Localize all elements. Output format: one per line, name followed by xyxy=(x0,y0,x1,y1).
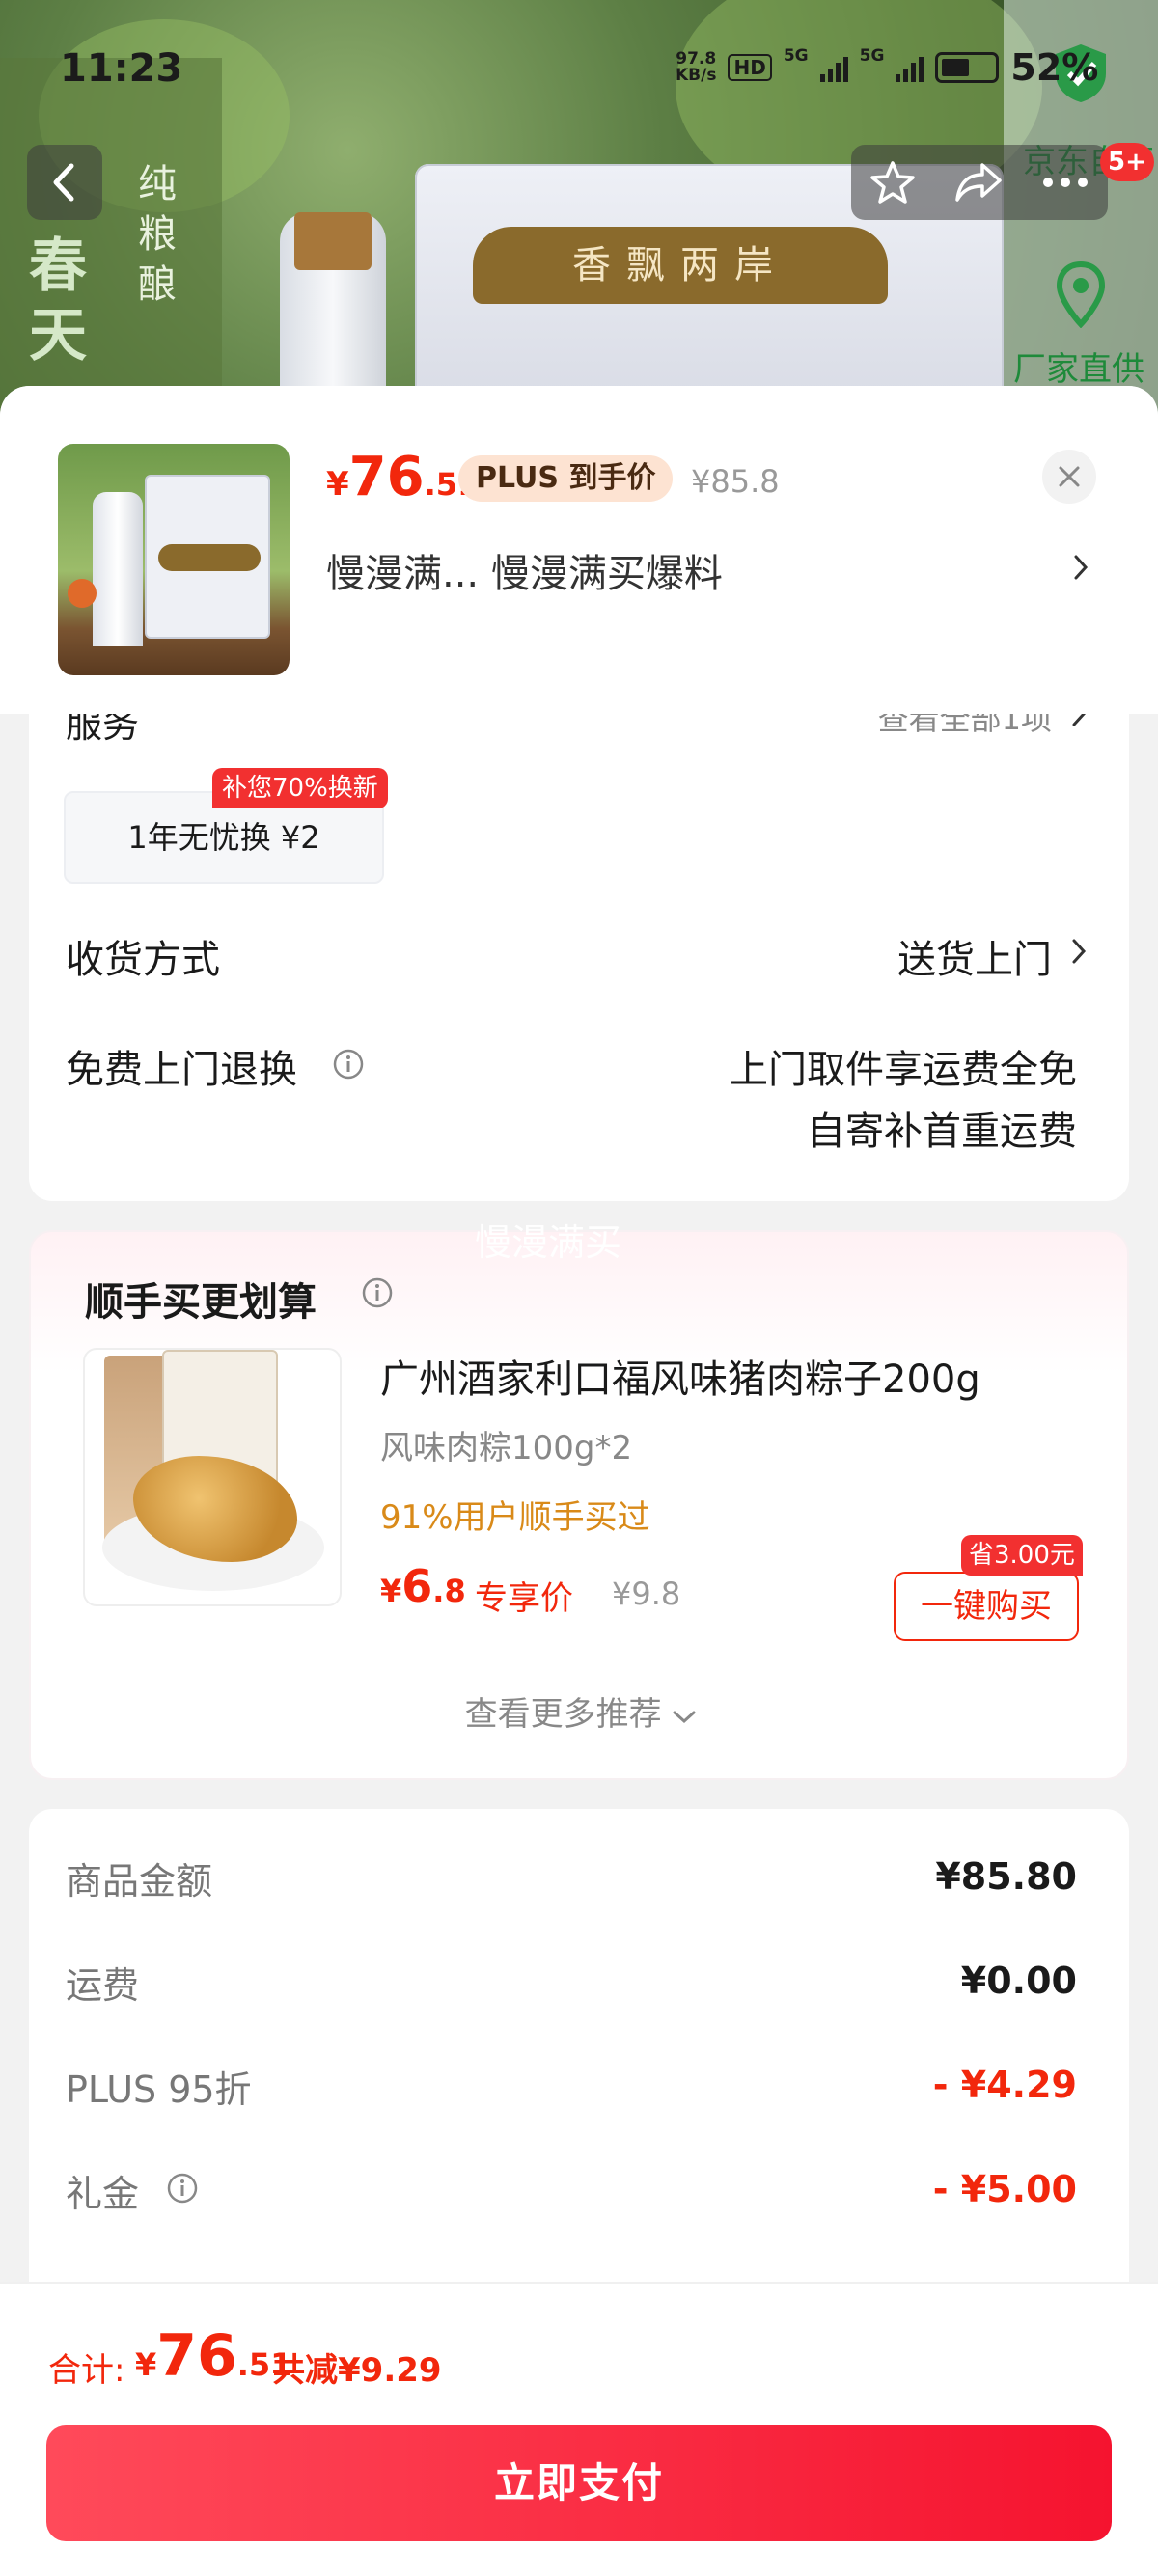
selected-spec[interactable]: 慢漫满... 慢漫满买爆料 xyxy=(326,542,723,598)
battery-icon xyxy=(935,52,1000,83)
signal-5g-label-2: 5G xyxy=(859,46,885,66)
close-button[interactable] xyxy=(1042,450,1096,504)
thumb-box-label xyxy=(158,544,261,571)
pb-label-shipping: 运费 xyxy=(66,1964,140,2007)
recommended-original-price: ¥9.8 xyxy=(612,1576,681,1612)
bg-box-ribbon: 香飘两岸 xyxy=(473,227,888,304)
info-icon[interactable] xyxy=(361,1276,394,1309)
signal-icon xyxy=(819,53,848,82)
recommendation-card: 慢漫满买 顺手买更划算 广州酒家利口福风味猪肉粽子200g 风味肉粽100g*2… xyxy=(29,1221,1131,1780)
pb-label-plus-discount: PLUS 95折 xyxy=(66,2069,252,2111)
see-more-label: 查看更多推荐 xyxy=(464,1695,662,1734)
rec-price-decimal: .8 xyxy=(432,1573,466,1609)
bg-bottle-cap xyxy=(294,212,372,270)
network-speed-unit: KB/s xyxy=(676,66,717,85)
share-icon[interactable] xyxy=(953,159,1004,206)
signal-icon-2 xyxy=(896,53,924,82)
service-delivery-card: 服务 查看全部1项 1年无忧换 ¥2 补您70%换新 收货方式 送货上门 免费上… xyxy=(29,675,1129,1201)
checkout-sheet: ¥76.51 PLUS 到手价 ¥85.8 慢漫满... 慢漫满买爆料 服务 查… xyxy=(0,386,1158,2576)
bg-package-text: 春天 xyxy=(29,233,87,370)
thumb-flower xyxy=(68,579,96,608)
plus-price-tag: PLUS 到手价 xyxy=(458,455,674,502)
recommended-product-spec: 风味肉粽100g*2 xyxy=(380,1429,633,1467)
total-saved: 共减¥9.29 xyxy=(272,2351,442,2390)
info-icon[interactable] xyxy=(332,1048,365,1081)
pb-value-gift-money: - ¥5.00 xyxy=(932,2168,1077,2210)
watermark-text: 慢漫满买 xyxy=(475,1221,622,1264)
chevron-down-icon xyxy=(673,1711,696,1724)
total-currency: ¥ xyxy=(135,2346,157,2383)
status-time: 11:23 xyxy=(60,46,183,91)
product-thumbnail[interactable] xyxy=(58,444,290,675)
delivery-label: 收货方式 xyxy=(66,938,220,982)
chevron-right-icon[interactable] xyxy=(1071,938,1087,965)
signal-5g-label: 5G xyxy=(783,46,809,66)
price-current: ¥76.51 xyxy=(326,446,479,508)
hd-icon: HD xyxy=(728,54,772,81)
pay-now-button[interactable]: 立即支付 xyxy=(46,2425,1112,2541)
service-promo-tag: 补您70%换新 xyxy=(212,768,388,808)
recommended-product-image[interactable] xyxy=(83,1348,342,1606)
price-integer: 76 xyxy=(348,446,425,508)
total-price: ¥76.51 xyxy=(135,2322,291,2390)
pay-bar: 合计: ¥76.51 共减¥9.29 立即支付 xyxy=(0,2282,1158,2576)
price-breakdown-card: 商品金额 ¥85.80 运费 ¥0.00 PLUS 95折 - ¥4.29 礼金… xyxy=(29,1809,1129,2349)
recommended-price: ¥6.8 xyxy=(380,1560,466,1612)
bg-factory-direct-label: 厂家直供 xyxy=(1013,350,1144,389)
thumb-bottle xyxy=(93,492,143,646)
free-return-value-line2: 自寄补首重运费 xyxy=(807,1110,1077,1154)
more-dots-icon[interactable] xyxy=(1041,176,1089,189)
battery-percent: 52% xyxy=(1010,46,1099,89)
pb-label-goods: 商品金额 xyxy=(66,1860,213,1903)
original-price: ¥85.8 xyxy=(691,463,780,500)
back-arrow-icon xyxy=(53,163,74,202)
save-amount-tag: 省3.00元 xyxy=(961,1535,1083,1576)
sheet-header: ¥76.51 PLUS 到手价 ¥85.8 慢漫满... 慢漫满买爆料 xyxy=(0,386,1158,714)
rec-price-integer: 6 xyxy=(401,1560,433,1612)
star-icon[interactable] xyxy=(869,159,916,206)
pb-label-gift-money: 礼金 xyxy=(66,2173,140,2215)
recommended-purchase-stat: 91%用户顺手买过 xyxy=(380,1498,650,1537)
message-count-badge: 5+ xyxy=(1100,143,1154,181)
free-return-value-line1: 上门取件享运费全免 xyxy=(730,1048,1077,1092)
thumb-box xyxy=(145,475,270,639)
recommended-product-name[interactable]: 广州酒家利口福风味猪肉粽子200g xyxy=(380,1348,980,1404)
exclusive-price-label: 专享价 xyxy=(475,1579,573,1618)
back-button[interactable] xyxy=(27,145,102,220)
total-integer: 76 xyxy=(156,2322,237,2390)
pb-value-plus-discount: - ¥4.29 xyxy=(932,2064,1077,2106)
rec-price-currency: ¥ xyxy=(380,1573,402,1609)
recommendation-title: 顺手买更划算 xyxy=(85,1280,317,1325)
pb-value-goods: ¥85.80 xyxy=(935,1855,1077,1898)
info-icon[interactable] xyxy=(166,2172,199,2205)
network-speed: 97.8 KB/s xyxy=(676,51,716,84)
delivery-value[interactable]: 送货上门 xyxy=(897,928,1052,984)
pb-value-shipping: ¥0.00 xyxy=(960,1959,1077,2002)
status-indicators: 97.8 KB/s HD 5G 5G 52% xyxy=(676,46,1098,89)
total-label: 合计: xyxy=(48,2351,125,2390)
chevron-right-icon[interactable] xyxy=(1073,554,1089,581)
top-actions xyxy=(851,145,1108,220)
one-click-buy-button[interactable]: 一键购买 xyxy=(894,1572,1079,1641)
status-bar: 11:23 97.8 KB/s HD 5G 5G 52% xyxy=(0,0,1158,135)
bg-package-subtext: 纯粮酿 xyxy=(138,162,177,307)
free-return-label: 免费上门退换 xyxy=(66,1048,297,1092)
close-icon xyxy=(1059,466,1080,487)
price-currency: ¥ xyxy=(326,465,349,504)
location-pin-icon xyxy=(1056,260,1106,328)
see-more-recommendations[interactable]: 查看更多推荐 xyxy=(31,1687,1131,1735)
